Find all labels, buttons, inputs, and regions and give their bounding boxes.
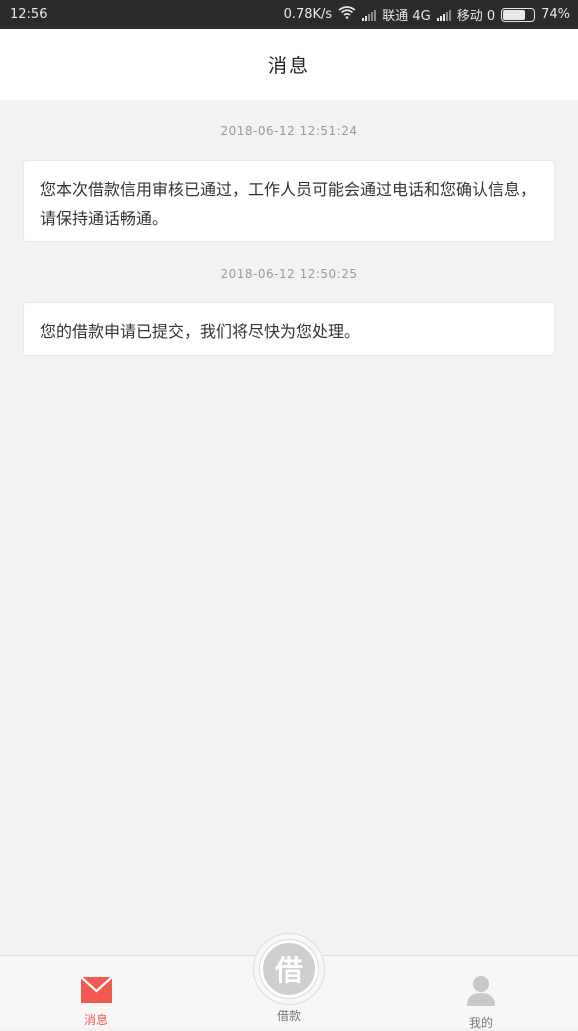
- user-icon: [466, 975, 496, 1010]
- status-bar: 12:56 0.78K/s 联通 4G 移动 0 74%: [0, 0, 578, 29]
- network-speed: 0.78K/s: [283, 7, 333, 22]
- tab-messages[interactable]: 消息: [36, 956, 156, 1029]
- page-title: 消息: [267, 55, 310, 77]
- wifi-icon: [338, 6, 356, 23]
- message-card[interactable]: 您本次借款信用审核已通过，工作人员可能会通过电话和您确认信息，请保持通话畅通。: [23, 160, 555, 242]
- status-time: 12:56: [10, 7, 48, 22]
- carrier-2: 移动 0: [456, 9, 496, 24]
- borrow-glyph: 借: [274, 954, 303, 987]
- message-text: 您的借款申请已提交，我们将尽快为您处理。: [40, 322, 361, 341]
- status-indicators: 0.78K/s 联通 4G 移动 0 74%: [284, 5, 570, 24]
- signal-icon: [362, 9, 377, 21]
- page-header: 消息: [0, 29, 578, 100]
- carrier-1: 联通 4G: [382, 9, 431, 24]
- tab-borrow-label: 借款: [276, 1009, 301, 1023]
- message-card[interactable]: 您的借款申请已提交，我们将尽快为您处理。: [23, 302, 555, 356]
- mail-icon: [79, 976, 113, 1007]
- tab-messages-label: 消息: [83, 1013, 108, 1027]
- battery-level: 74%: [541, 7, 570, 22]
- borrow-button[interactable]: 借: [260, 940, 318, 998]
- message-text: 您本次借款信用审核已通过，工作人员可能会通过电话和您确认信息，请保持通话畅通。: [40, 180, 537, 228]
- message-timestamp: 2018-06-12 12:51:24: [220, 124, 358, 138]
- tab-mine-label: 我的: [468, 1016, 493, 1030]
- signal-icon: [436, 9, 451, 21]
- tab-mine[interactable]: 我的: [421, 956, 541, 1030]
- battery-icon: [501, 7, 536, 22]
- message-timestamp: 2018-06-12 12:50:25: [220, 267, 358, 281]
